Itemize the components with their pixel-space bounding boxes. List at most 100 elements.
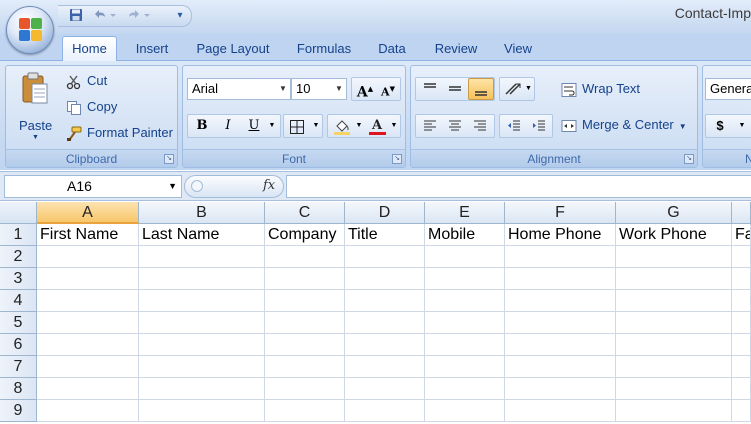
- merge-center-dropdown-arrow[interactable]: ▼: [679, 122, 687, 131]
- cell-g2[interactable]: [616, 246, 732, 268]
- cell-h9[interactable]: [732, 400, 751, 422]
- column-header-a[interactable]: A: [37, 202, 139, 224]
- cell-d6[interactable]: [345, 334, 425, 356]
- cell-f3[interactable]: [505, 268, 616, 290]
- cell-g5[interactable]: [616, 312, 732, 334]
- align-right-button[interactable]: [468, 115, 492, 137]
- decrease-indent-button[interactable]: [502, 115, 526, 137]
- cell-c4[interactable]: [265, 290, 345, 312]
- tab-insert[interactable]: Insert: [128, 40, 176, 60]
- cell-e3[interactable]: [425, 268, 505, 290]
- cell-c3[interactable]: [265, 268, 345, 290]
- cell-f5[interactable]: [505, 312, 616, 334]
- cell-g3[interactable]: [616, 268, 732, 290]
- cell-g7[interactable]: [616, 356, 732, 378]
- underline-dropdown-arrow[interactable]: ▼: [266, 115, 278, 137]
- save-icon[interactable]: [68, 8, 84, 24]
- cell-d1[interactable]: Title: [345, 224, 425, 246]
- column-header-b[interactable]: B: [139, 202, 265, 224]
- cut-button[interactable]: Cut: [66, 70, 107, 92]
- number-format-combobox[interactable]: Genera: [705, 78, 751, 100]
- font-size-dropdown-arrow[interactable]: ▼: [334, 79, 344, 99]
- tab-data[interactable]: Data: [370, 40, 414, 60]
- fill-color-button[interactable]: [330, 115, 354, 137]
- cell-b1[interactable]: Last Name: [139, 224, 265, 246]
- cell-b5[interactable]: [139, 312, 265, 334]
- cell-b9[interactable]: [139, 400, 265, 422]
- column-header-d[interactable]: D: [345, 202, 425, 224]
- cell-f1[interactable]: Home Phone: [505, 224, 616, 246]
- borders-button[interactable]: ▼: [283, 114, 323, 138]
- currency-dropdown-arrow[interactable]: ▼: [736, 115, 748, 137]
- cell-f2[interactable]: [505, 246, 616, 268]
- cell-f9[interactable]: [505, 400, 616, 422]
- cell-c9[interactable]: [265, 400, 345, 422]
- cell-a5[interactable]: [37, 312, 139, 334]
- font-dialog-launcher-icon[interactable]: ↘: [392, 154, 402, 164]
- row-header-7[interactable]: 7: [0, 356, 37, 378]
- underline-button[interactable]: U: [242, 115, 266, 137]
- column-header-c[interactable]: C: [265, 202, 345, 224]
- font-color-dropdown-arrow[interactable]: ▼: [388, 115, 400, 137]
- cell-g1[interactable]: Work Phone: [616, 224, 732, 246]
- paste-dropdown-arrow[interactable]: ▼: [32, 134, 39, 141]
- shrink-font-button[interactable]: A▼: [377, 78, 399, 100]
- cell-e7[interactable]: [425, 356, 505, 378]
- font-name-combobox[interactable]: Arial ▼: [187, 78, 291, 100]
- select-all-corner[interactable]: [0, 202, 37, 224]
- redo-icon[interactable]: [124, 8, 154, 24]
- font-size-combobox[interactable]: 10 ▼: [291, 78, 347, 100]
- row-header-1[interactable]: 1: [0, 224, 37, 246]
- cell-e2[interactable]: [425, 246, 505, 268]
- cell-f8[interactable]: [505, 378, 616, 400]
- alignment-dialog-launcher-icon[interactable]: ↘: [684, 154, 694, 164]
- cell-f4[interactable]: [505, 290, 616, 312]
- increase-indent-button[interactable]: [527, 115, 551, 137]
- fill-color-dropdown-arrow[interactable]: ▼: [354, 115, 364, 137]
- cell-d3[interactable]: [345, 268, 425, 290]
- cell-g8[interactable]: [616, 378, 732, 400]
- cell-d7[interactable]: [345, 356, 425, 378]
- cell-e8[interactable]: [425, 378, 505, 400]
- row-header-2[interactable]: 2: [0, 246, 37, 268]
- middle-align-button[interactable]: [443, 78, 467, 100]
- cell-h4[interactable]: [732, 290, 751, 312]
- merge-center-button[interactable]: Merge & Center ▼: [561, 114, 687, 136]
- row-header-8[interactable]: 8: [0, 378, 37, 400]
- column-header-e[interactable]: E: [425, 202, 505, 224]
- cell-h5[interactable]: [732, 312, 751, 334]
- cell-d4[interactable]: [345, 290, 425, 312]
- cell-d9[interactable]: [345, 400, 425, 422]
- cell-f6[interactable]: [505, 334, 616, 356]
- row-header-5[interactable]: 5: [0, 312, 37, 334]
- cell-h8[interactable]: [732, 378, 751, 400]
- tab-page-layout[interactable]: Page Layout: [188, 40, 278, 60]
- cell-a2[interactable]: [37, 246, 139, 268]
- office-button[interactable]: [6, 6, 54, 54]
- grow-font-button[interactable]: A▲: [354, 78, 376, 101]
- cell-b3[interactable]: [139, 268, 265, 290]
- cell-c2[interactable]: [265, 246, 345, 268]
- cell-a1[interactable]: First Name: [37, 224, 139, 246]
- cell-b8[interactable]: [139, 378, 265, 400]
- customize-toolbar-button[interactable]: ▾: [174, 8, 186, 24]
- cell-b6[interactable]: [139, 334, 265, 356]
- cell-c6[interactable]: [265, 334, 345, 356]
- tab-view[interactable]: View: [496, 40, 540, 60]
- cell-d2[interactable]: [345, 246, 425, 268]
- cell-h6[interactable]: [732, 334, 751, 356]
- cell-e6[interactable]: [425, 334, 505, 356]
- cell-a4[interactable]: [37, 290, 139, 312]
- font-name-dropdown-arrow[interactable]: ▼: [278, 79, 288, 99]
- cell-a6[interactable]: [37, 334, 139, 356]
- tab-home[interactable]: Home: [62, 36, 117, 61]
- column-header-partial[interactable]: [732, 202, 751, 224]
- copy-button[interactable]: Copy: [66, 96, 117, 118]
- row-header-6[interactable]: 6: [0, 334, 37, 356]
- cell-h1[interactable]: Fa: [732, 224, 751, 246]
- cell-d8[interactable]: [345, 378, 425, 400]
- insert-function-button[interactable]: fx: [184, 175, 284, 198]
- undo-icon[interactable]: [90, 8, 120, 24]
- cell-a7[interactable]: [37, 356, 139, 378]
- cell-d5[interactable]: [345, 312, 425, 334]
